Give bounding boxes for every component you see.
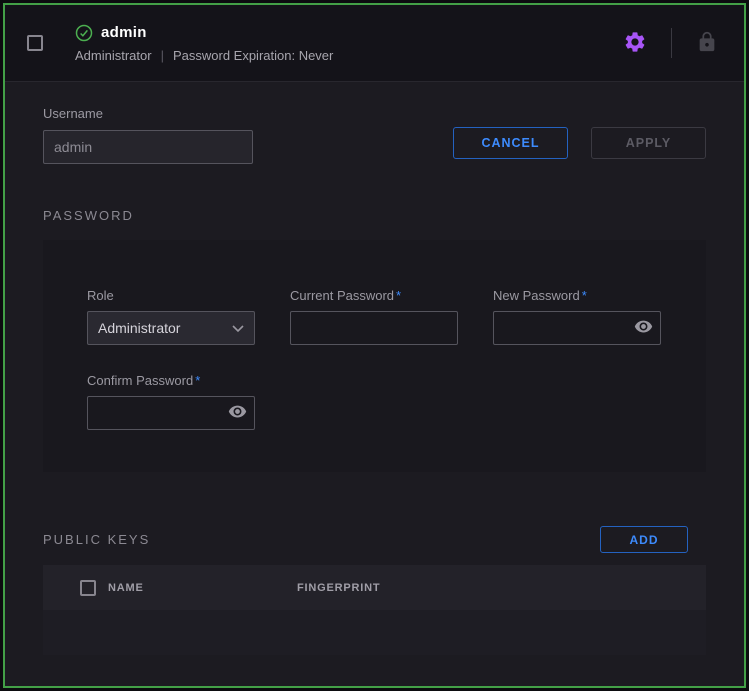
- column-header-fingerprint: FINGERPRINT: [297, 582, 380, 594]
- role-field-group: Role Administrator: [87, 288, 255, 345]
- user-subtitle: Administrator | Password Expiration: Nev…: [75, 48, 333, 63]
- lock-button[interactable]: [692, 27, 722, 60]
- public-keys-table-header: NAME FINGERPRINT: [43, 565, 706, 610]
- role-select-value: Administrator: [98, 320, 180, 336]
- required-marker: *: [195, 373, 200, 388]
- public-keys-table: NAME FINGERPRINT: [43, 565, 706, 655]
- header-divider: [671, 28, 672, 58]
- confirm-password-field-group: Confirm Password*: [87, 373, 255, 430]
- user-role-text: Administrator: [75, 48, 152, 63]
- subtitle-separator: |: [161, 48, 164, 63]
- new-password-field-group: New Password*: [493, 288, 661, 345]
- chevron-down-icon: [232, 320, 244, 336]
- public-keys-empty-row: [43, 610, 706, 655]
- username-field-group: Username: [43, 106, 253, 164]
- current-password-label: Current Password*: [290, 288, 458, 303]
- cancel-button[interactable]: CANCEL: [453, 127, 568, 159]
- confirm-password-label: Confirm Password*: [87, 373, 255, 388]
- user-header: admin Administrator | Password Expiratio…: [5, 5, 744, 82]
- user-title: admin: [101, 24, 147, 41]
- password-section-heading: PASSWORD: [43, 208, 706, 223]
- required-marker: *: [582, 288, 587, 303]
- public-keys-heading: PUBLIC KEYS: [43, 532, 150, 547]
- toggle-new-password-visibility[interactable]: [634, 317, 653, 339]
- new-password-label-text: New Password: [493, 288, 580, 303]
- lock-icon: [696, 31, 718, 56]
- username-row: Username CANCEL APPLY: [43, 82, 706, 164]
- username-input[interactable]: [43, 130, 253, 164]
- settings-button[interactable]: [619, 26, 651, 61]
- username-label: Username: [43, 106, 253, 121]
- apply-button[interactable]: APPLY: [591, 127, 706, 159]
- confirm-password-label-text: Confirm Password: [87, 373, 193, 388]
- eye-icon: [634, 317, 653, 339]
- select-all-keys-checkbox[interactable]: [80, 580, 96, 596]
- user-edit-form: Username CANCEL APPLY PASSWORD Role Admi…: [5, 82, 744, 655]
- current-password-label-text: Current Password: [290, 288, 394, 303]
- eye-icon: [228, 402, 247, 424]
- form-action-buttons: CANCEL APPLY: [453, 127, 706, 159]
- header-actions: [619, 26, 722, 61]
- column-header-name: NAME: [108, 582, 297, 594]
- toggle-confirm-password-visibility[interactable]: [228, 402, 247, 424]
- public-keys-header: PUBLIC KEYS ADD: [43, 526, 706, 553]
- new-password-label: New Password*: [493, 288, 661, 303]
- role-label: Role: [87, 288, 255, 303]
- password-panel: Role Administrator: [43, 240, 706, 472]
- password-expiration-text: Password Expiration: Never: [173, 48, 333, 63]
- add-public-key-button[interactable]: ADD: [600, 526, 688, 553]
- current-password-field-group: Current Password*: [290, 288, 458, 345]
- role-select[interactable]: Administrator: [87, 311, 255, 345]
- user-title-block: admin Administrator | Password Expiratio…: [75, 24, 333, 63]
- select-user-checkbox[interactable]: [27, 35, 43, 51]
- required-marker: *: [396, 288, 401, 303]
- user-edit-card: admin Administrator | Password Expiratio…: [3, 3, 746, 688]
- current-password-input[interactable]: [290, 311, 458, 345]
- status-check-circle-icon: [75, 24, 93, 42]
- gear-icon: [623, 30, 647, 57]
